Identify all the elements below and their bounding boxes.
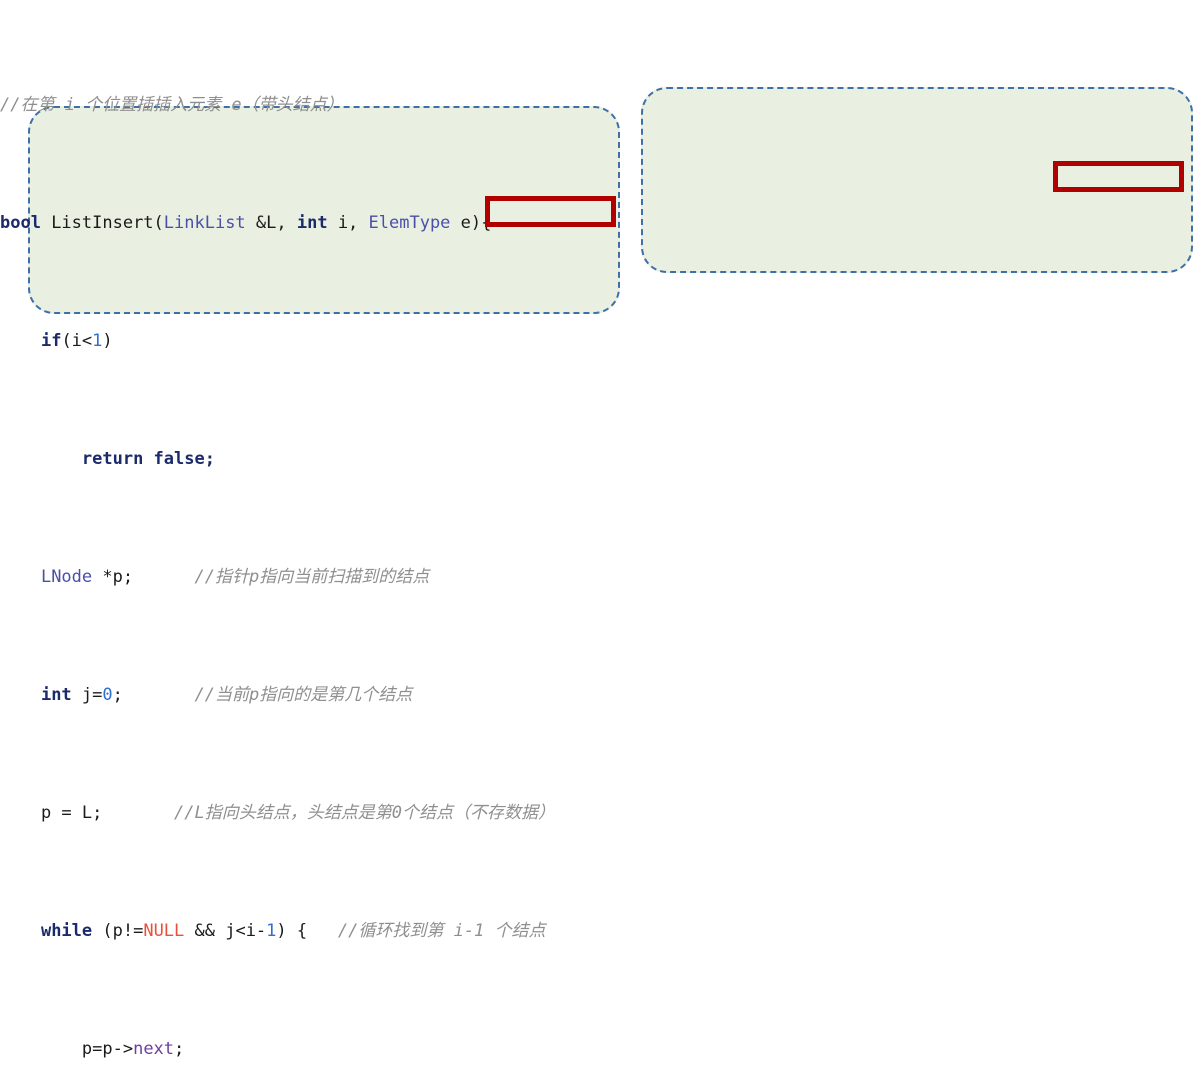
signature-list-insert: bool ListInsert(LinkList &L, int i, Elem…	[0, 212, 492, 233]
red-emphasis-text-insert: 第 i-1 个结点	[426, 920, 546, 941]
callout-box-delete-scan	[641, 87, 1193, 273]
code-line-return-false-1: return false;	[81, 448, 215, 469]
code-line-assign-p-L: p = L; //L指向头结点，头结点是第0个结点（不存数据）	[40, 802, 556, 823]
code-line-p-next: p=p->next;	[81, 1038, 185, 1059]
code-line-decl-j: int j=0; //当前p指向的是第几个结点	[40, 684, 413, 705]
code-line-while-scan: while (p!=NULL && j<i-1) { //循环找到第 i-1 个…	[40, 920, 546, 941]
code-line-if-i-lt-1: if(i<1)	[40, 330, 113, 351]
code-line-decl-p: LNode *p; //指针p指向当前扫描到的结点	[40, 566, 430, 587]
comment-header-insert: //在第 i 个位置插插入元素 e（带头结点）	[0, 94, 344, 115]
code-block-list-insert: //在第 i 个位置插插入元素 e（带头结点） bool ListInsert(…	[0, 2, 640, 1084]
